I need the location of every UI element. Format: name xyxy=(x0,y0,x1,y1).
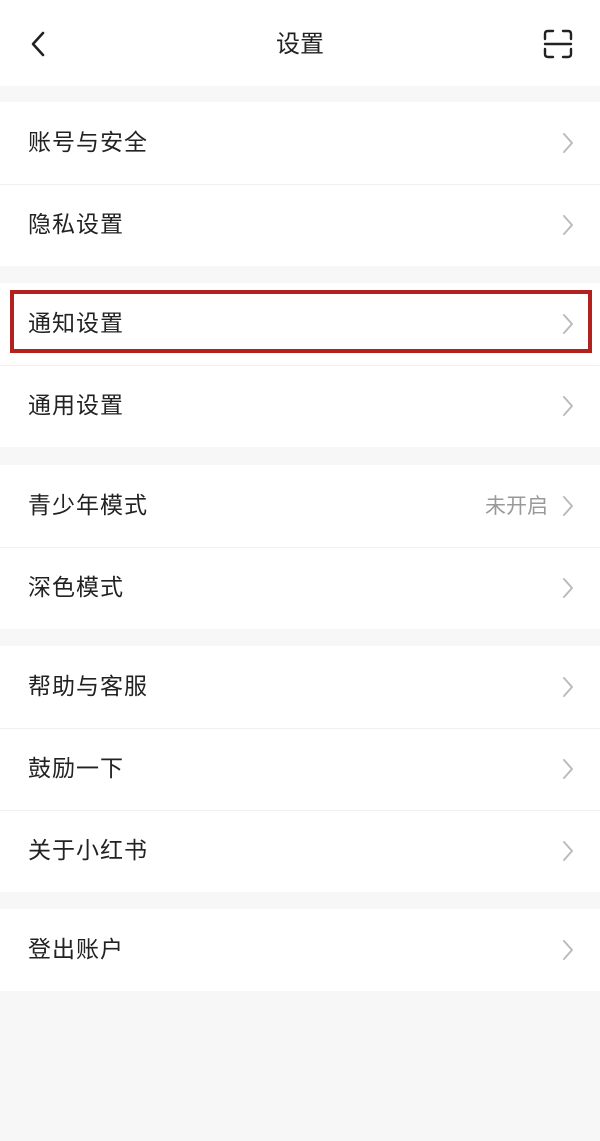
chevron-right-icon xyxy=(563,133,573,153)
settings-item-help-support[interactable]: 帮助与客服 xyxy=(0,646,600,728)
chevron-right-icon xyxy=(563,215,573,235)
chevron-right-icon xyxy=(563,578,573,598)
settings-item-label: 通用设置 xyxy=(28,393,124,419)
chevron-right-icon xyxy=(563,841,573,861)
settings-item-privacy[interactable]: 隐私设置 xyxy=(0,184,600,266)
top-bar: 设置 xyxy=(0,0,600,86)
settings-item-label: 登出账户 xyxy=(28,937,124,963)
scan-button[interactable] xyxy=(538,24,578,64)
chevron-right-icon xyxy=(563,396,573,416)
chevron-right-icon xyxy=(563,759,573,779)
settings-item-label: 鼓励一下 xyxy=(28,756,124,782)
settings-item-notifications[interactable]: 通知设置 xyxy=(0,283,600,365)
settings-item-label: 账号与安全 xyxy=(28,130,148,156)
teen-mode-status: 未开启 xyxy=(485,494,548,518)
chevron-right-icon xyxy=(563,677,573,697)
settings-group-logout: 登出账户 xyxy=(0,909,600,991)
chevron-right-icon xyxy=(563,940,573,960)
settings-item-label: 隐私设置 xyxy=(28,212,124,238)
settings-group-modes: 青少年模式 未开启 深色模式 xyxy=(0,465,600,629)
chevron-right-icon xyxy=(563,496,573,516)
settings-item-label: 深色模式 xyxy=(28,575,124,601)
settings-item-general[interactable]: 通用设置 xyxy=(0,365,600,447)
chevron-right-icon xyxy=(563,314,573,334)
settings-item-label: 帮助与客服 xyxy=(28,674,148,700)
page-title: 设置 xyxy=(276,30,324,58)
scan-icon xyxy=(543,29,573,59)
settings-item-about[interactable]: 关于小红书 xyxy=(0,810,600,892)
settings-item-logout[interactable]: 登出账户 xyxy=(0,909,600,991)
settings-item-teen-mode[interactable]: 青少年模式 未开启 xyxy=(0,465,600,547)
settings-item-encourage[interactable]: 鼓励一下 xyxy=(0,728,600,810)
settings-item-label: 青少年模式 xyxy=(28,493,148,519)
settings-item-dark-mode[interactable]: 深色模式 xyxy=(0,547,600,629)
settings-item-account-security[interactable]: 账号与安全 xyxy=(0,102,600,184)
settings-item-label: 关于小红书 xyxy=(28,838,148,864)
settings-group-account: 账号与安全 隐私设置 xyxy=(0,102,600,266)
settings-item-label: 通知设置 xyxy=(28,311,124,337)
settings-group-help: 帮助与客服 鼓励一下 关于小红书 xyxy=(0,646,600,892)
settings-group-notifications: 通知设置 通用设置 xyxy=(0,283,600,447)
